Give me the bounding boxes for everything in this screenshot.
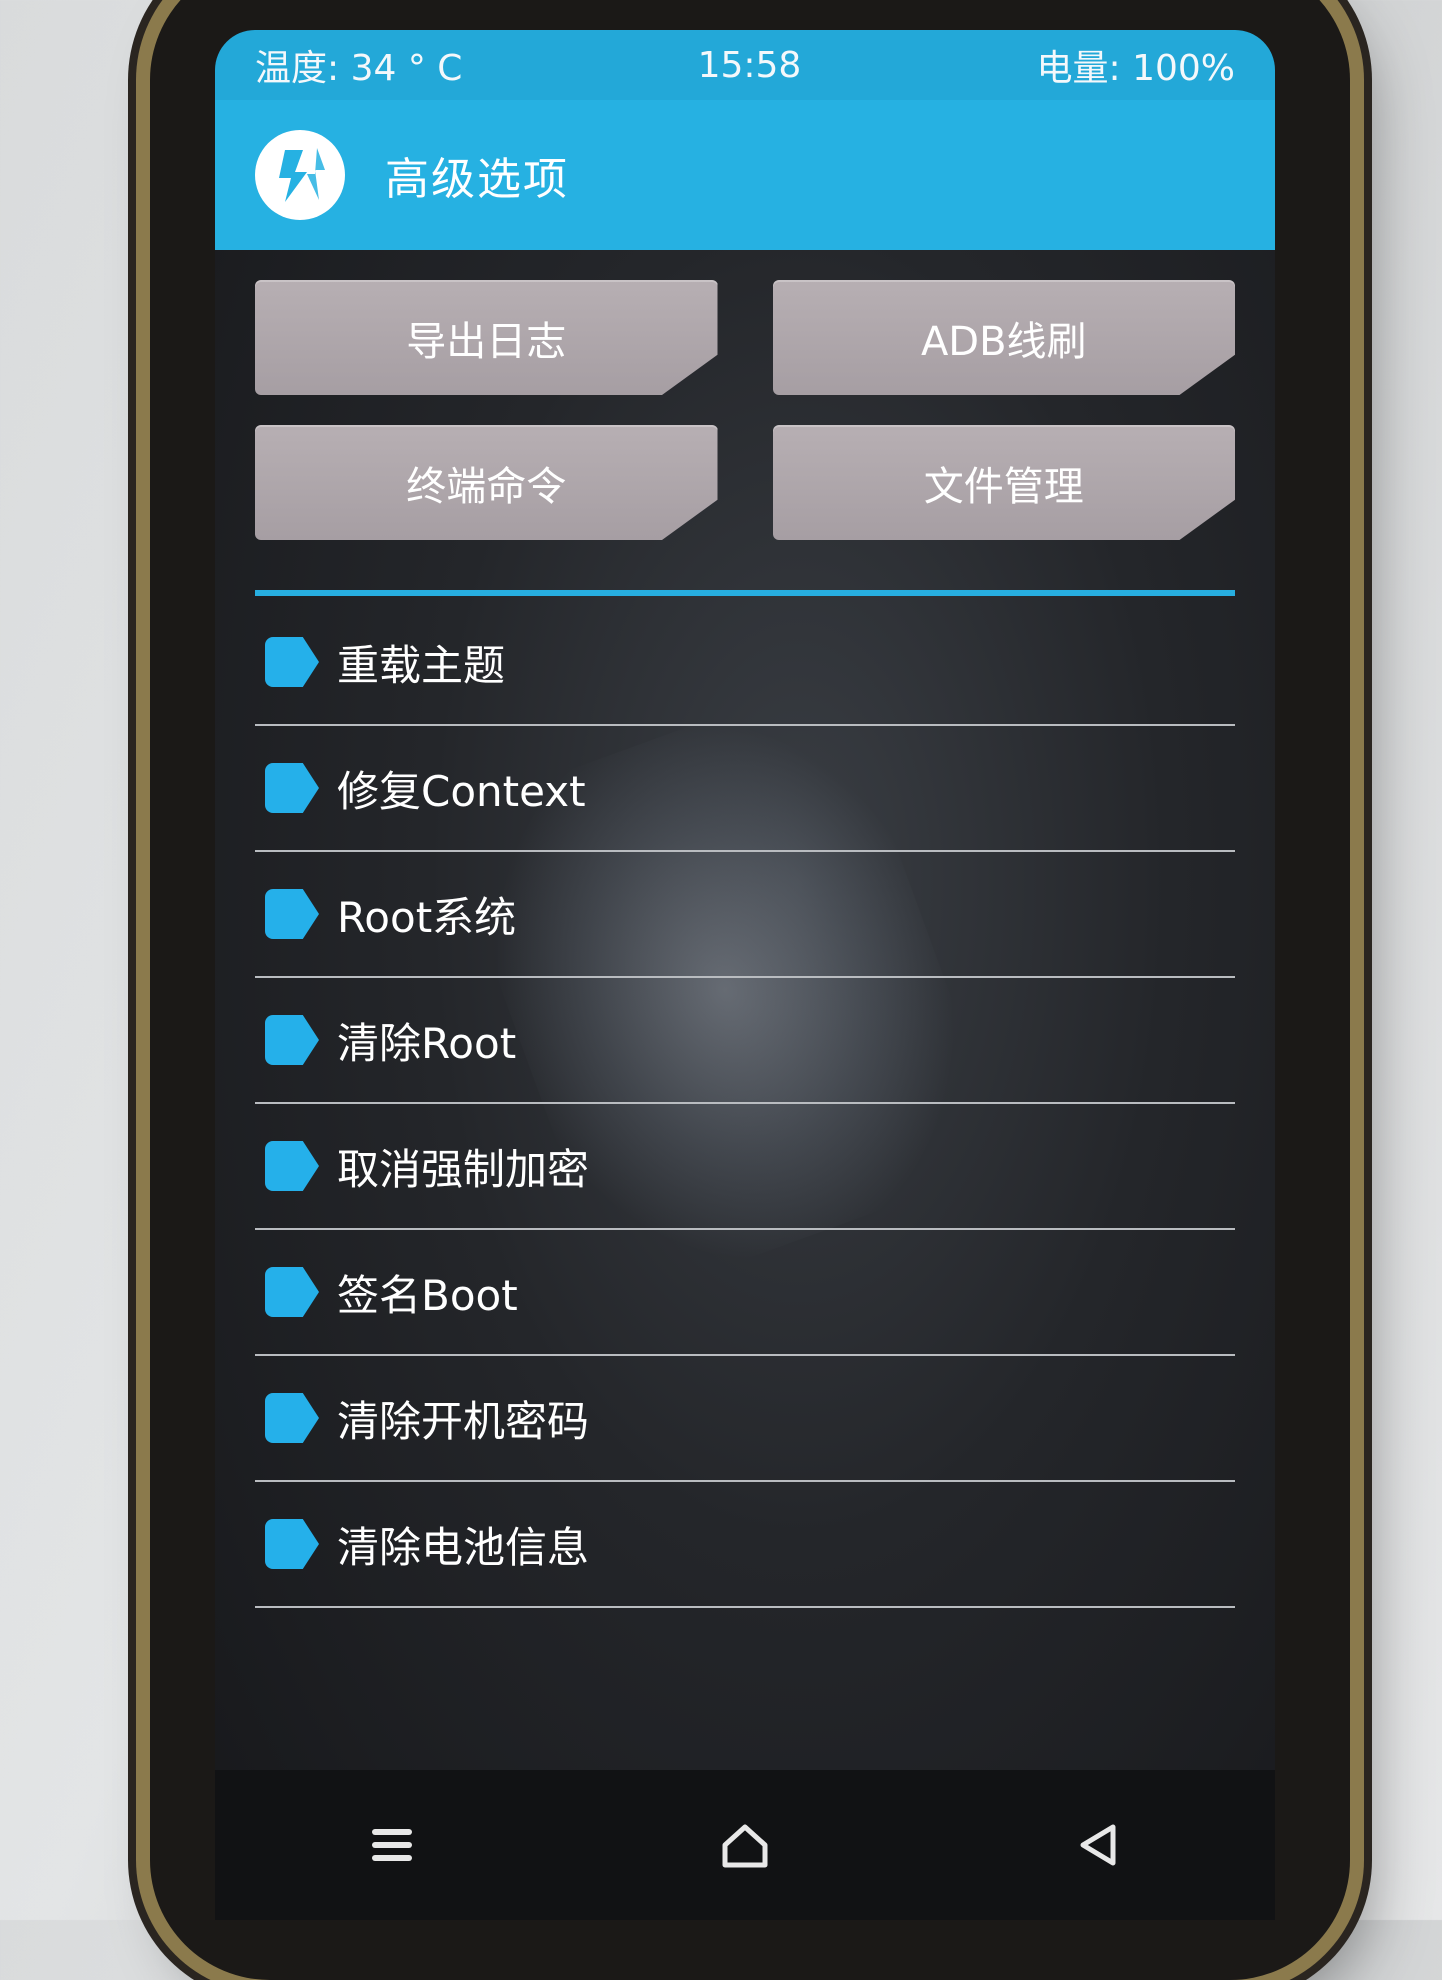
header: 高级选项 <box>215 100 1275 250</box>
list-item-label: 清除开机密码 <box>337 1396 590 1446</box>
section-divider <box>255 590 1235 596</box>
status-bar: 温度: 34 ° C 15:58 电量: 100% <box>215 30 1275 100</box>
time-text: 15:58 <box>697 44 802 86</box>
navigation-bar <box>215 1770 1275 1920</box>
list-item-label: 清除电池信息 <box>337 1522 590 1572</box>
list-item-label: 清除Root <box>337 1018 517 1068</box>
temperature-text: 温度: 34 ° C <box>255 48 463 89</box>
list-item-label: 签名Boot <box>337 1270 518 1320</box>
battery-text: 电量: 100% <box>1036 48 1236 89</box>
options-list: 重载主题 修复Context Root系统 清除Root 取消强制加密 签名Bo… <box>255 600 1235 1608</box>
bullet-icon <box>265 889 319 939</box>
device-screen: 温度: 34 ° C 15:58 电量: 100% 高级选项 导出日志 ADB线… <box>215 30 1275 1920</box>
page-title: 高级选项 <box>385 154 569 205</box>
export-log-button[interactable]: 导出日志 <box>255 280 718 395</box>
adb-sideload-button[interactable]: ADB线刷 <box>772 280 1235 395</box>
bullet-icon <box>265 637 319 687</box>
list-item-sign-boot[interactable]: 签名Boot <box>255 1230 1235 1356</box>
bullet-icon <box>265 1519 319 1569</box>
list-item-clear-battery-info[interactable]: 清除电池信息 <box>255 1482 1235 1608</box>
list-item-label: 修复Context <box>337 766 586 816</box>
list-item-clear-boot-password[interactable]: 清除开机密码 <box>255 1356 1235 1482</box>
twrp-logo-icon <box>255 130 345 220</box>
list-item-cancel-forced-encryption[interactable]: 取消强制加密 <box>255 1104 1235 1230</box>
list-item-reload-theme[interactable]: 重载主题 <box>255 600 1235 726</box>
list-item-clear-root[interactable]: 清除Root <box>255 978 1235 1104</box>
list-item-fix-context[interactable]: 修复Context <box>255 726 1235 852</box>
list-item-root-system[interactable]: Root系统 <box>255 852 1235 978</box>
list-item-label: Root系统 <box>337 892 517 942</box>
menu-icon[interactable] <box>362 1815 422 1875</box>
bullet-icon <box>265 1267 319 1317</box>
bullet-icon <box>265 1015 319 1065</box>
terminal-command-button[interactable]: 终端命令 <box>255 425 718 540</box>
action-button-grid: 导出日志 ADB线刷 终端命令 文件管理 <box>255 280 1235 540</box>
bullet-icon <box>265 1141 319 1191</box>
file-manager-button[interactable]: 文件管理 <box>772 425 1235 540</box>
home-icon[interactable] <box>715 1815 775 1875</box>
bullet-icon <box>265 1393 319 1443</box>
bullet-icon <box>265 763 319 813</box>
list-item-label: 重载主题 <box>337 640 506 690</box>
list-item-label: 取消强制加密 <box>337 1144 590 1194</box>
back-icon[interactable] <box>1068 1815 1128 1875</box>
